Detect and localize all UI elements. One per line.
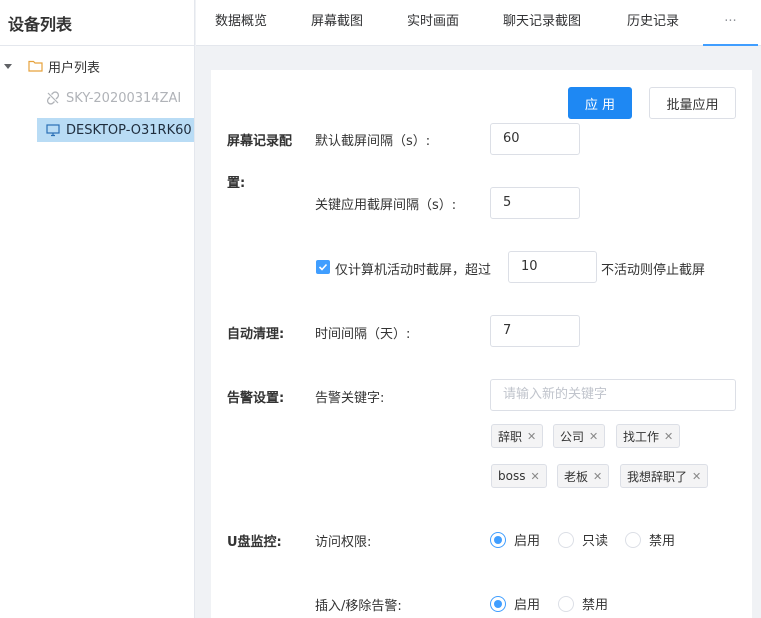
device-node-selected[interactable]: DESKTOP-O31RK60 <box>37 118 194 142</box>
keyword-tag: 辞职 ✕ <box>491 424 544 448</box>
default-interval-input[interactable]: 60 <box>490 123 580 155</box>
access-radio-enable[interactable]: 启用 <box>490 530 540 549</box>
radio-label: 只读 <box>582 534 609 549</box>
active-only-label: 仅计算机活动时截屏，超过 <box>335 263 492 278</box>
radio-dot-icon <box>558 531 574 548</box>
keyword-tag: 我想辞职了 ✕ <box>620 464 709 488</box>
clean-interval-input[interactable]: 7 <box>490 315 580 347</box>
close-icon[interactable]: ✕ <box>530 470 539 483</box>
close-icon[interactable]: ✕ <box>664 430 673 443</box>
apply-button[interactable]: 应 用 <box>568 87 632 119</box>
section-screen-record-cont: 置: <box>227 176 246 191</box>
top-tabs: 数据概览 屏幕截图 实时画面 聊天记录截图 历史记录 ··· <box>196 0 761 46</box>
alert-keyword-input[interactable]: 请输入新的关键字 <box>490 379 736 411</box>
radio-dot-icon <box>490 595 506 612</box>
check-icon <box>318 263 328 271</box>
sidebar-title: 设备列表 <box>0 0 194 46</box>
radio-dot-icon <box>558 595 574 612</box>
key-app-interval-input[interactable]: 5 <box>490 187 580 219</box>
radio-label: 启用 <box>514 598 541 613</box>
broken-link-icon <box>46 91 60 105</box>
section-screen-record: 屏幕记录配 <box>227 134 293 149</box>
device-name: DESKTOP-O31RK60 <box>66 122 192 138</box>
keyword-tag-label: 公司 <box>560 429 585 444</box>
key-app-interval-label: 关键应用截屏间隔（s）: <box>315 198 457 213</box>
device-node-offline[interactable]: SKY-20200314ZAI <box>46 86 181 110</box>
default-interval-label: 默认截屏间隔（s）: <box>315 134 431 149</box>
batch-apply-button[interactable]: 批量应用 <box>649 87 736 119</box>
keyword-tag: 老板 ✕ <box>557 464 610 488</box>
usb-access-label: 访问权限: <box>315 535 372 550</box>
clean-interval-label: 时间间隔（天）: <box>315 327 411 342</box>
section-alert: 告警设置: <box>227 391 285 406</box>
keyword-tag-label: boss <box>498 469 526 483</box>
folder-icon <box>28 60 43 72</box>
access-radio-readonly[interactable]: 只读 <box>558 530 608 549</box>
keyword-tag: 公司 ✕ <box>553 424 606 448</box>
device-sidebar: 设备列表 用户列表 SKY-20200314ZAI DESKTOP-O31RK6… <box>0 0 195 618</box>
close-icon[interactable]: ✕ <box>593 470 602 483</box>
tree-root-users[interactable]: 用户列表 <box>0 54 100 78</box>
keyword-tag: 找工作 ✕ <box>616 424 681 448</box>
close-icon[interactable]: ✕ <box>589 430 598 443</box>
radio-dot-icon <box>625 531 641 548</box>
plug-radio-disable[interactable]: 禁用 <box>558 594 608 613</box>
tab-data-overview[interactable]: 数据概览 <box>215 0 267 46</box>
access-radio-disable[interactable]: 禁用 <box>625 530 675 549</box>
radio-label: 禁用 <box>582 598 609 613</box>
settings-panel: 应 用 批量应用 屏幕记录配 置: 默认截屏间隔（s）: 60 关键应用截屏间隔… <box>211 70 752 618</box>
tab-more[interactable]: ··· <box>703 0 758 46</box>
close-icon[interactable]: ✕ <box>692 470 701 483</box>
section-usb: U盘监控: <box>227 535 282 550</box>
keyword-tag-label: 找工作 <box>623 429 660 444</box>
usb-plug-alert-label: 插入/移除告警: <box>315 599 402 614</box>
radio-label: 禁用 <box>649 534 676 549</box>
inactive-minutes-input[interactable]: 10 <box>508 251 597 283</box>
tab-history[interactable]: 历史记录 <box>627 0 679 46</box>
keyword-tag-label: 老板 <box>564 469 589 484</box>
keyword-tag: boss ✕ <box>491 464 547 488</box>
device-name: SKY-20200314ZAI <box>66 90 182 106</box>
close-icon[interactable]: ✕ <box>527 430 536 443</box>
tab-screenshots[interactable]: 屏幕截图 <box>311 0 363 46</box>
tab-chat-screenshots[interactable]: 聊天记录截图 <box>503 0 581 46</box>
radio-label: 启用 <box>514 534 541 549</box>
plug-radio-enable[interactable]: 启用 <box>490 594 540 613</box>
radio-dot-icon <box>490 531 506 548</box>
keyword-tag-label: 辞职 <box>498 429 523 444</box>
caret-down-icon[interactable] <box>4 63 12 69</box>
keyword-tag-label: 我想辞职了 <box>627 469 688 484</box>
inactive-suffix-label: 不活动则停止截屏 <box>601 263 706 278</box>
section-auto-clean: 自动清理: <box>227 327 285 342</box>
alert-keyword-label: 告警关键字: <box>315 391 385 406</box>
monitor-icon <box>46 124 60 137</box>
active-only-checkbox[interactable] <box>316 260 330 274</box>
tree-root-label: 用户列表 <box>48 60 101 76</box>
tab-live-view[interactable]: 实时画面 <box>407 0 459 46</box>
